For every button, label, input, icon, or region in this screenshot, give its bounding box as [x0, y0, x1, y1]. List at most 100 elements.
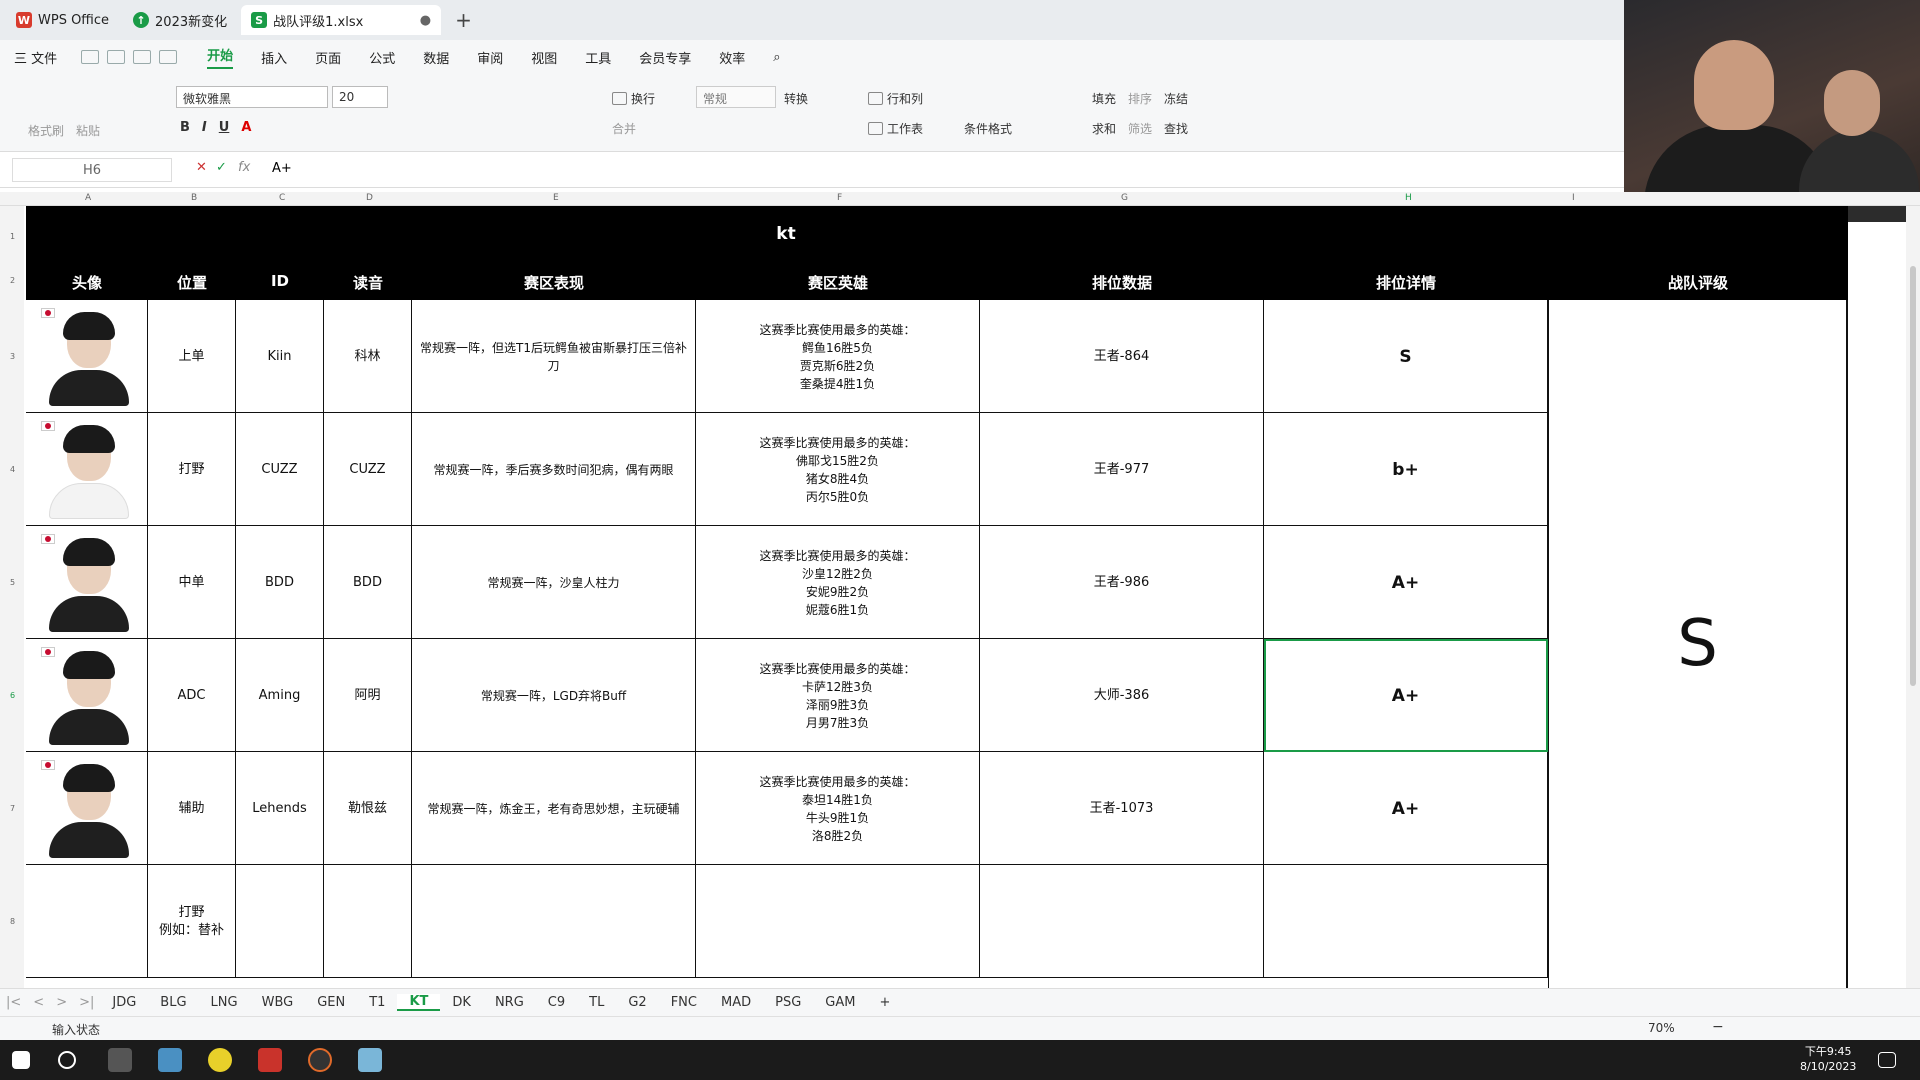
position-cell[interactable]: 辅助	[148, 752, 236, 865]
formula-input[interactable]: A+	[272, 161, 292, 176]
cancel-icon[interactable]: ✕	[196, 160, 207, 175]
pronunciation-cell[interactable]: BDD	[324, 526, 412, 639]
menu-page[interactable]: 页面	[315, 48, 341, 67]
heroes-cell[interactable]	[696, 865, 980, 978]
pronunciation-cell[interactable]: CUZZ	[324, 413, 412, 526]
app-icon-2[interactable]	[158, 1048, 182, 1072]
position-cell[interactable]: 打野 例如：替补	[148, 865, 236, 978]
rank-cell[interactable]: 王者-977	[980, 413, 1264, 526]
performance-cell[interactable]: 常规赛一阵，炼金王，老有奇思妙想，主玩硬辅	[412, 752, 696, 865]
sheet-tab-c9[interactable]: C9	[536, 995, 577, 1010]
function-icon[interactable]: fx	[238, 160, 250, 175]
heroes-cell[interactable]: 这赛季比赛使用最多的英雄： 泰坦14胜1负 牛头9胜1负 洛8胜2负	[696, 752, 980, 865]
sum-button[interactable]: 求和	[1092, 120, 1116, 137]
row-header-7[interactable]: 7	[10, 804, 15, 813]
redo-icon[interactable]	[159, 50, 178, 64]
add-sheet-icon[interactable]: +	[867, 995, 902, 1010]
sort-button[interactable]: 排序	[1128, 90, 1152, 107]
italic-button[interactable]: I	[202, 120, 207, 135]
column-header-e[interactable]: E	[553, 193, 559, 203]
player-id-cell[interactable]: Kiin	[236, 300, 324, 413]
find-button[interactable]: 查找	[1164, 120, 1188, 137]
player-id-cell[interactable]: CUZZ	[236, 413, 324, 526]
sheet-title[interactable]: kt	[26, 224, 1546, 244]
paste-button[interactable]: 粘贴	[76, 122, 100, 139]
fill-button[interactable]: 填充	[1092, 90, 1116, 107]
underline-button[interactable]: U	[219, 120, 230, 135]
rows-cols-button[interactable]: 行和列	[868, 90, 923, 107]
tab-2023-changes[interactable]: ↑ 2023新变化	[123, 5, 237, 35]
avatar-cell[interactable]	[26, 865, 148, 978]
player-id-cell[interactable]: Aming	[236, 639, 324, 752]
avatar-cell[interactable]	[26, 526, 148, 639]
team-rating-cell[interactable]: S	[1548, 300, 1848, 988]
search-icon[interactable]	[58, 1051, 76, 1069]
wrap-text-button[interactable]: 换行	[612, 90, 655, 107]
menu-tools[interactable]: 工具	[585, 48, 611, 67]
grade-cell[interactable]	[1264, 865, 1548, 978]
player-id-cell[interactable]: Lehends	[236, 752, 324, 865]
font-color-icon[interactable]: A	[241, 120, 251, 135]
grade-cell[interactable]: A+	[1264, 526, 1548, 639]
position-cell[interactable]: 上单	[148, 300, 236, 413]
wps-taskbar-icon[interactable]	[258, 1048, 282, 1072]
number-format-select[interactable]: 常规	[696, 86, 776, 108]
tab-wps-office[interactable]: W WPS Office	[6, 5, 119, 35]
font-size-select[interactable]: 20	[332, 86, 388, 108]
column-header-d[interactable]: D	[366, 193, 373, 203]
sheet-tab-gen[interactable]: GEN	[305, 995, 357, 1010]
filter-button[interactable]: 筛选	[1128, 120, 1152, 137]
performance-cell[interactable]: 常规赛一阵，季后赛多数时间犯病，偶有两眼	[412, 413, 696, 526]
tab-team-rating-xlsx[interactable]: S 战队评级1.xlsx ●	[241, 5, 442, 35]
menu-home[interactable]: 开始	[207, 45, 234, 69]
sheet-tab-fnc[interactable]: FNC	[659, 995, 709, 1010]
menu-view[interactable]: 视图	[531, 48, 557, 67]
worksheet-button[interactable]: 工作表	[868, 120, 923, 137]
rank-cell[interactable]: 大师-386	[980, 639, 1264, 752]
row-header-6[interactable]: 6	[10, 691, 15, 700]
app-icon-6[interactable]	[358, 1048, 382, 1072]
header-region-heroes[interactable]: 赛区英雄	[696, 272, 980, 293]
rank-cell[interactable]: 王者-864	[980, 300, 1264, 413]
menu-efficiency[interactable]: 效率	[719, 48, 745, 67]
close-tab-icon[interactable]: ●	[420, 13, 431, 28]
last-sheet-icon[interactable]: >|	[79, 995, 94, 1010]
convert-button[interactable]: 转换	[784, 90, 808, 107]
format-painter-button[interactable]: 格式刷	[28, 122, 64, 139]
grade-cell[interactable]: A+	[1264, 752, 1548, 865]
row-header-2[interactable]: 2	[10, 276, 15, 285]
heroes-cell[interactable]: 这赛季比赛使用最多的英雄： 佛耶戈15胜2负 猪女8胜4负 丙尔5胜0负	[696, 413, 980, 526]
column-header-a[interactable]: A	[85, 193, 91, 203]
player-id-cell[interactable]: BDD	[236, 526, 324, 639]
clock[interactable]: 下午9:45 8/10/2023	[1800, 1044, 1856, 1074]
menu-formula[interactable]: 公式	[369, 48, 395, 67]
search-icon[interactable]: ⌕	[773, 50, 780, 65]
windows-start-icon[interactable]	[12, 1051, 30, 1069]
column-header-h[interactable]: H	[1405, 193, 1412, 203]
save-icon[interactable]	[81, 50, 100, 64]
sheet-tab-nrg[interactable]: NRG	[483, 995, 536, 1010]
grade-cell[interactable]: b+	[1264, 413, 1548, 526]
confirm-icon[interactable]: ✓	[216, 160, 227, 175]
menu-data[interactable]: 数据	[423, 48, 449, 67]
pronunciation-cell[interactable]	[324, 865, 412, 978]
position-cell[interactable]: ADC	[148, 639, 236, 752]
rank-cell[interactable]: 王者-1073	[980, 752, 1264, 865]
sheet-tab-psg[interactable]: PSG	[763, 995, 813, 1010]
print-icon[interactable]	[107, 50, 126, 64]
row-header-4[interactable]: 4	[10, 465, 15, 474]
pronunciation-cell[interactable]: 勒恨兹	[324, 752, 412, 865]
sheet-tab-kt[interactable]: KT	[397, 994, 441, 1011]
performance-cell[interactable]: 常规赛一阵，LGD弃将Buff	[412, 639, 696, 752]
header-team-rating[interactable]: 战队评级	[1548, 272, 1848, 293]
first-sheet-icon[interactable]: |<	[6, 995, 21, 1010]
column-header-b[interactable]: B	[191, 193, 197, 203]
sheet-tab-gam[interactable]: GAM	[813, 995, 867, 1010]
app-icon-3[interactable]	[208, 1048, 232, 1072]
header-avatar[interactable]: 头像	[26, 272, 148, 293]
spreadsheet-grid[interactable]: kt 头像 位置 ID 读音 赛区表现 赛区英雄 排位数据 排位详情 战队评级 …	[26, 206, 1848, 988]
app-icon-5[interactable]	[308, 1048, 332, 1072]
zoom-out-icon[interactable]: −	[1712, 1019, 1724, 1035]
sheet-tab-wbg[interactable]: WBG	[250, 995, 306, 1010]
avatar-cell[interactable]	[26, 413, 148, 526]
